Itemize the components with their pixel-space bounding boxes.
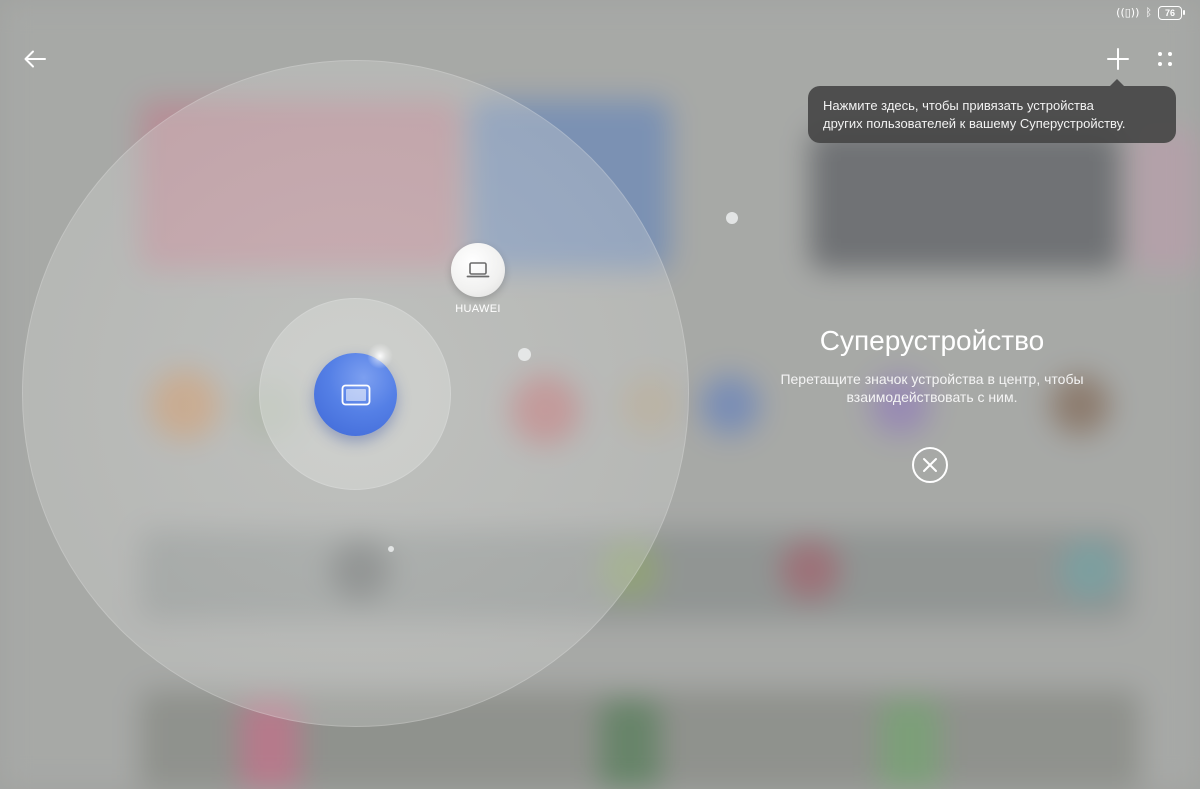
more-options-button[interactable] — [1148, 42, 1182, 76]
tooltip-line-1: Нажмите здесь, чтобы привязать устройств… — [823, 98, 1094, 113]
orbit-dot — [726, 212, 738, 224]
back-arrow-icon — [24, 50, 46, 68]
highlight-sparkle — [366, 342, 394, 370]
orbit-dot — [388, 546, 394, 552]
add-device-button[interactable] — [1101, 42, 1135, 76]
battery-level: 76 — [1164, 8, 1175, 18]
vibrate-icon: ((▯)) — [1116, 6, 1140, 19]
status-bar: ((▯)) ᛒ 76 — [1116, 6, 1185, 20]
plus-icon — [1107, 48, 1129, 70]
laptop-icon — [466, 262, 490, 278]
close-button[interactable] — [912, 447, 948, 483]
instruction-text: Перетащите значок устройства в центр, чт… — [732, 370, 1132, 406]
instruction-line-2: взаимодействовать с ним. — [846, 389, 1018, 405]
tooltip-line-2: других пользователей к вашему Суперустро… — [823, 116, 1126, 131]
instruction-line-1: Перетащите значок устройства в центр, чт… — [780, 371, 1084, 387]
battery-indicator: 76 — [1158, 6, 1185, 20]
add-device-tooltip: Нажмите здесь, чтобы привязать устройств… — [808, 79, 1176, 143]
close-icon — [923, 458, 937, 472]
orbit-dot — [518, 348, 531, 361]
back-button[interactable] — [18, 42, 52, 76]
page-title: Суперустройство — [819, 325, 1045, 356]
device-label-huawei: HUAWEI — [455, 303, 501, 315]
grid-dots-icon — [1158, 52, 1172, 66]
device-huawei-laptop[interactable] — [451, 243, 505, 297]
tablet-icon — [341, 384, 370, 405]
bluetooth-icon: ᛒ — [1145, 6, 1152, 19]
